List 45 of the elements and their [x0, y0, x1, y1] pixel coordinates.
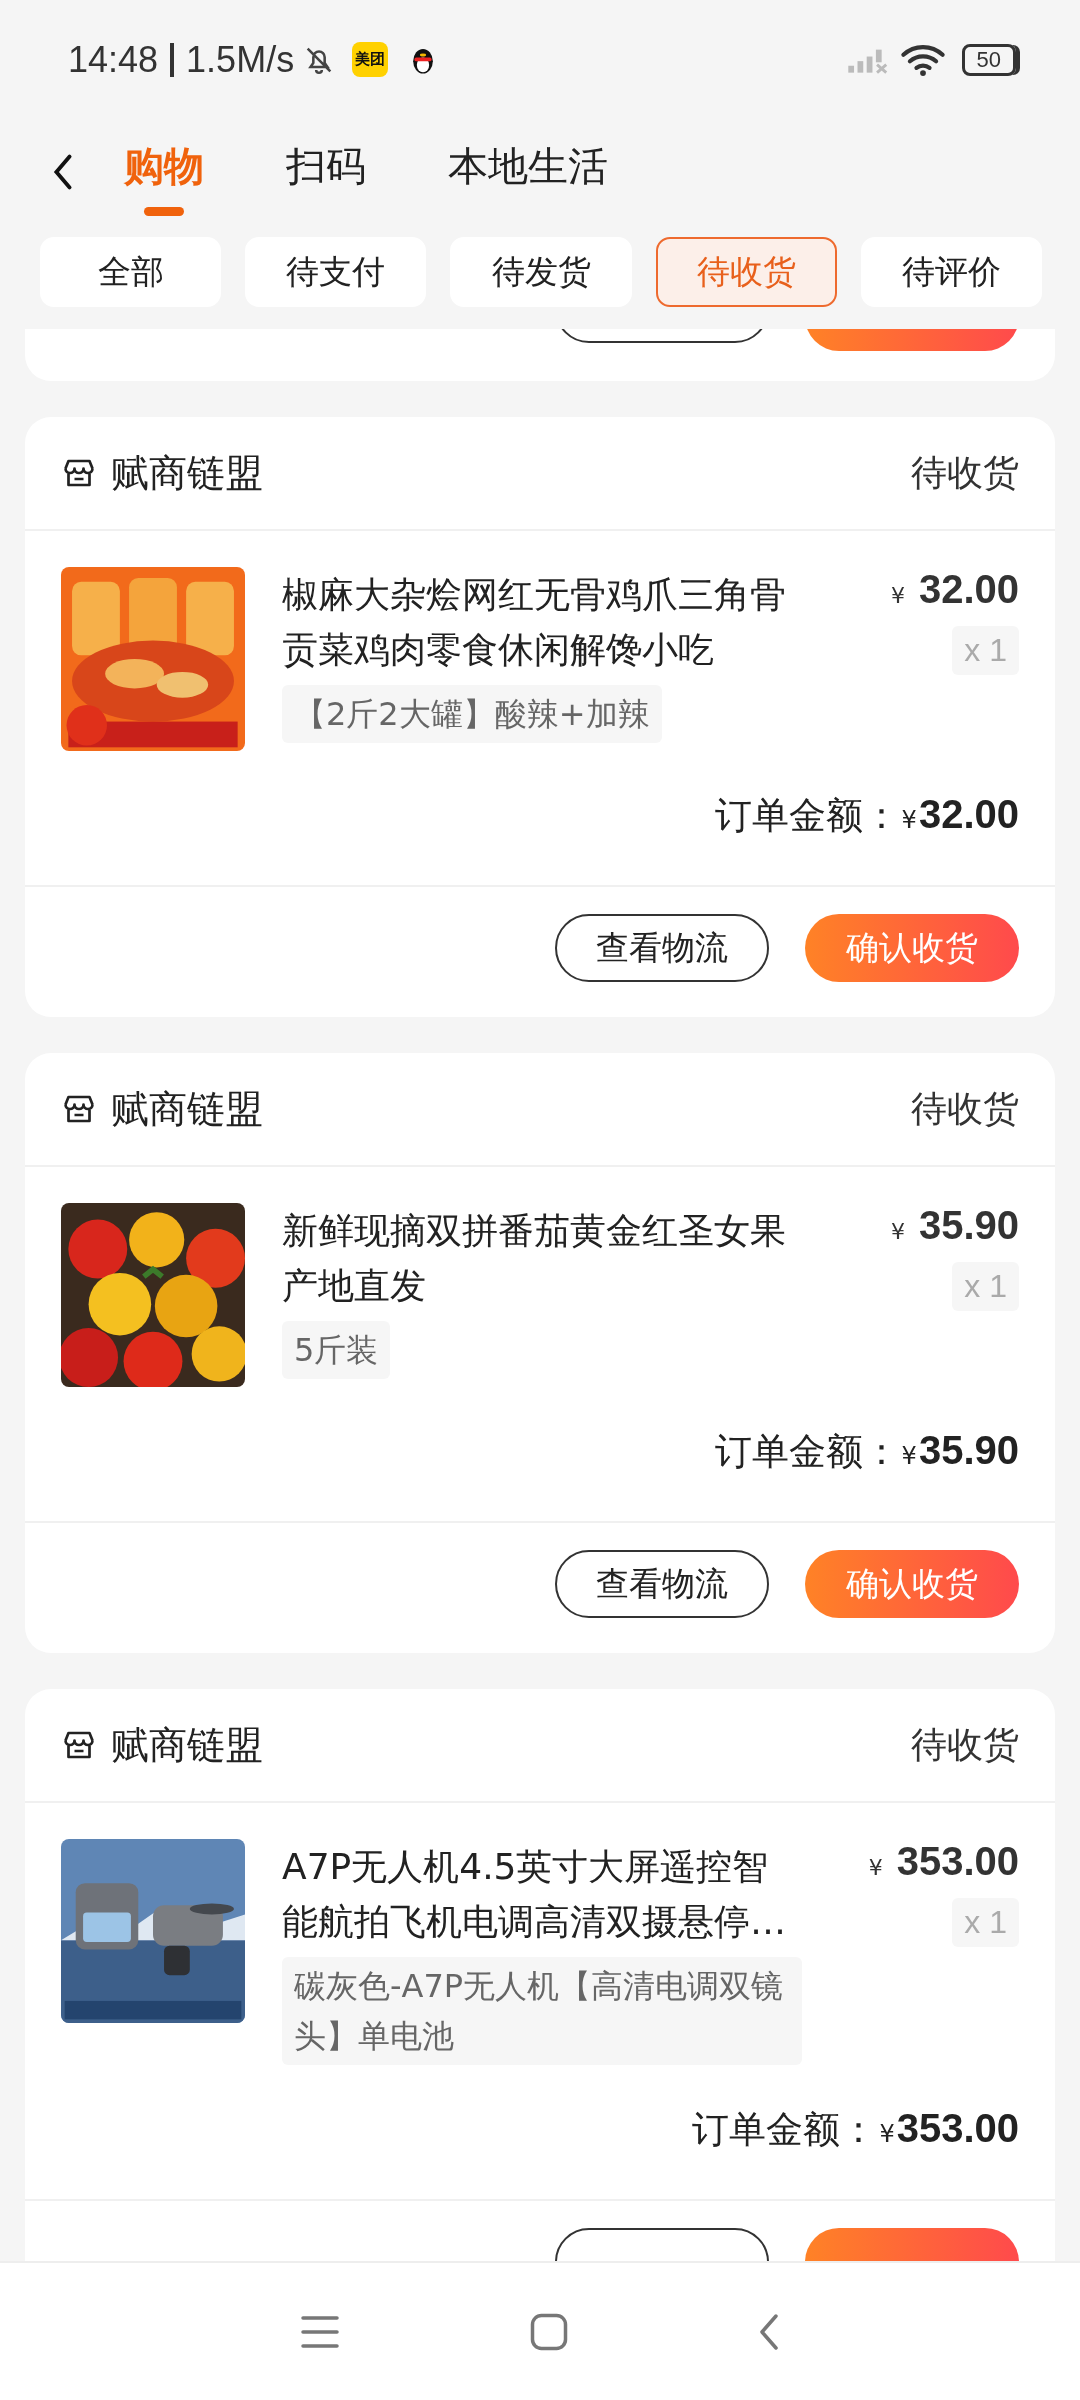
shop-name[interactable]: 赋商链盟: [111, 1719, 263, 1771]
order-status: 待收货: [911, 1722, 1019, 1767]
currency-sign: ¥: [901, 806, 917, 835]
nav-tab[interactable]: 本地生活: [448, 127, 608, 217]
track-shipment-button[interactable]: 查看物流: [555, 914, 769, 983]
product-price: 35.90: [918, 1203, 1019, 1249]
total-label: 订单金额：: [714, 1429, 900, 1476]
back-icon[interactable]: [52, 152, 74, 191]
app-icon: 美团: [352, 42, 389, 78]
menu-icon[interactable]: [300, 2314, 340, 2349]
shop-name[interactable]: 赋商链盟: [111, 1083, 263, 1135]
total-label: 订单金额：: [714, 793, 900, 840]
currency-sign: ¥: [868, 1855, 883, 1881]
product-price: 353.00: [896, 1839, 1019, 1885]
product-variant: 5斤装: [282, 1321, 391, 1380]
filter-tab[interactable]: 全部: [40, 237, 222, 308]
order-status: 待收货: [911, 450, 1019, 495]
network-speed: 1.5M/s: [186, 38, 295, 81]
track-shipment-button[interactable]: 查看物流: [555, 1550, 769, 1619]
order-total: 353.00: [896, 2106, 1019, 2152]
wifi-icon: [899, 42, 946, 77]
order-status: 待收货: [911, 1086, 1019, 1131]
currency-sign: ¥: [890, 583, 905, 609]
quantity-label: x 1: [952, 1262, 1019, 1312]
product-variant: 【2斤2大罐】酸辣+加辣: [282, 685, 662, 744]
quantity-label: x 1: [952, 626, 1019, 676]
currency-sign: ¥: [879, 2120, 895, 2149]
currency-sign: ¥: [901, 1442, 917, 1471]
filter-tab[interactable]: 待发货: [450, 237, 632, 308]
currency-sign: ¥: [890, 1219, 905, 1245]
product-title[interactable]: 椒麻大杂烩网红无骨鸡爪三角骨贡菜鸡肉零食休闲解馋小吃: [282, 567, 802, 678]
home-icon[interactable]: [530, 2312, 568, 2351]
status-time: 14:48: [68, 38, 159, 81]
order-total: 32.00: [918, 792, 1019, 838]
nav-tab[interactable]: 扫码: [286, 127, 366, 217]
filter-tab[interactable]: 待支付: [245, 237, 427, 308]
product-title[interactable]: A7P无人机4.5英寸大屏遥控智能航拍飞机电调高清双摄悬停…: [282, 1839, 802, 1950]
total-label: 订单金额：: [692, 2107, 878, 2154]
quantity-label: x 1: [952, 1898, 1019, 1948]
shop-name[interactable]: 赋商链盟: [111, 447, 263, 499]
product-price: 32.00: [918, 567, 1019, 613]
order-total: 35.90: [918, 1428, 1019, 1474]
product-title[interactable]: 新鲜现摘双拼番茄黄金红圣女果产地直发: [282, 1203, 802, 1314]
product-variant: 碳灰色-A7P无人机【高清电调双镜头】单电池: [282, 1957, 802, 2066]
filter-tab[interactable]: 待评价: [860, 237, 1042, 308]
